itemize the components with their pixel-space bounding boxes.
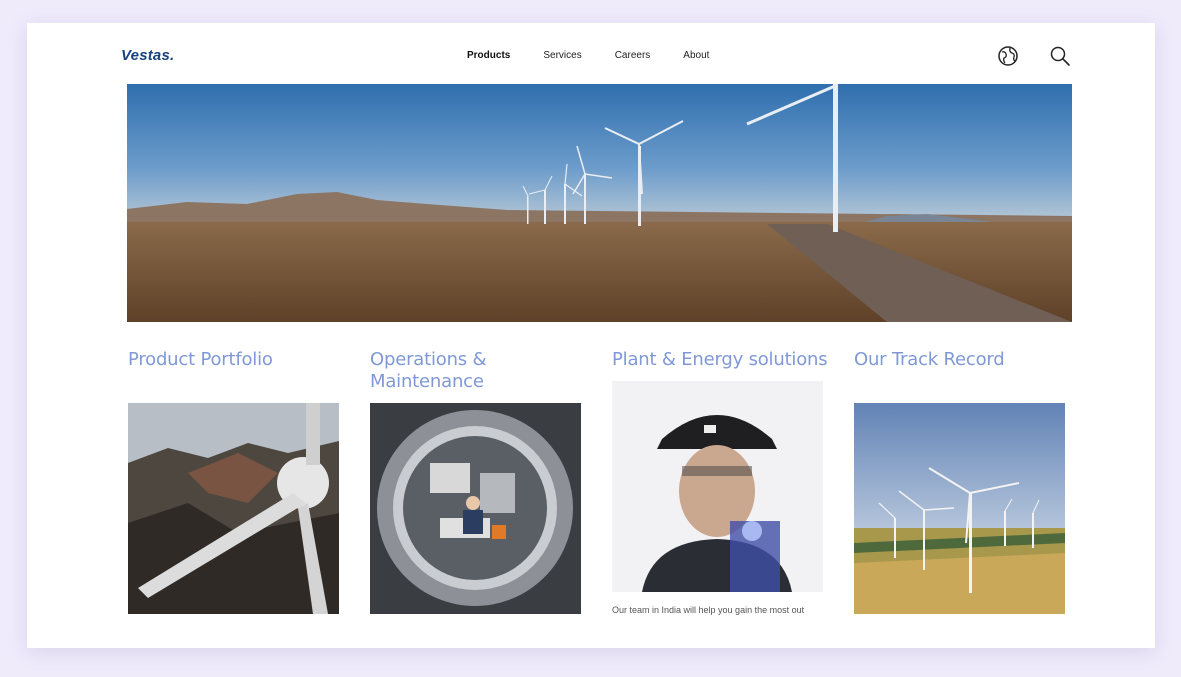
card-title-track-record[interactable]: Our Track Record xyxy=(854,349,1005,371)
card-image-track-record[interactable] xyxy=(854,403,1065,614)
card-image-operations-maintenance[interactable] xyxy=(370,403,581,614)
nav-item-services[interactable]: Services xyxy=(543,50,581,61)
page-frame: Vestas. Products Services Careers About xyxy=(27,23,1155,648)
main-nav: Products Services Careers About xyxy=(467,50,742,61)
card-caption-plant-energy: Our team in India will help you gain the… xyxy=(612,605,805,615)
hero-image xyxy=(127,84,1072,322)
nav-item-products[interactable]: Products xyxy=(467,50,510,61)
nav-item-about[interactable]: About xyxy=(683,50,709,61)
search-icon[interactable] xyxy=(1049,45,1071,67)
card-image-plant-energy-solutions[interactable] xyxy=(612,381,823,592)
globe-icon[interactable] xyxy=(997,45,1019,67)
card-title-plant-energy-solutions[interactable]: Plant & Energy solutions xyxy=(612,349,828,371)
nav-item-careers[interactable]: Careers xyxy=(615,50,651,61)
vestas-logo[interactable]: Vestas. xyxy=(121,47,174,64)
card-title-product-portfolio[interactable]: Product Portfolio xyxy=(128,349,273,371)
card-image-product-portfolio[interactable] xyxy=(128,403,339,614)
card-title-operations-maintenance[interactable]: Operations & Maintenance xyxy=(370,349,550,393)
